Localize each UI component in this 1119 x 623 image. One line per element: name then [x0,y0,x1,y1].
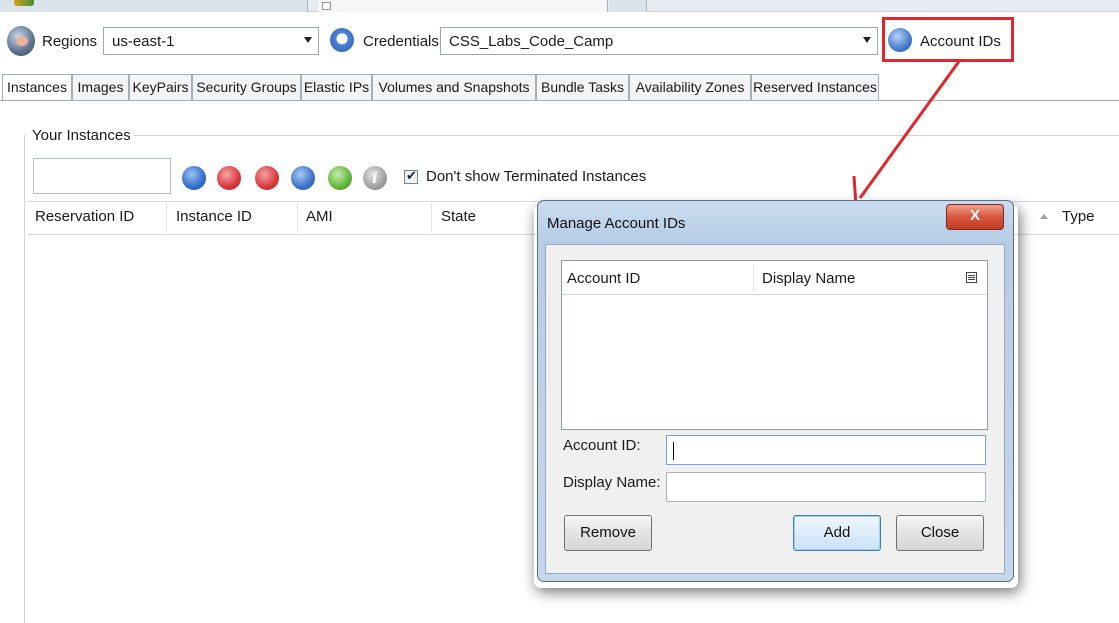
tab-availability-zones[interactable]: Availability Zones [629,74,751,100]
power-icon[interactable] [255,166,279,190]
your-instances-title: Your Instances [30,127,133,144]
column-display-name[interactable]: Display Name [762,270,855,287]
dialog-close-button[interactable]: X [946,204,1004,230]
window-tab-1[interactable] [0,0,308,12]
column-separator[interactable] [166,203,167,233]
column-menu-icon[interactable] [966,272,977,283]
column-instance-id[interactable]: Instance ID [176,208,252,225]
key-icon[interactable] [328,166,352,190]
remove-button[interactable]: Remove [564,515,652,551]
close-icon: X [970,207,981,224]
show-terminated-checkbox[interactable]: ✔ [404,168,418,184]
region-value: us-east-1 [112,33,175,50]
show-terminated-label: Don't show Terminated Instances [426,168,647,185]
close-button[interactable]: Close [896,515,984,551]
info-icon[interactable]: i [363,166,387,190]
tab-bundle-tasks[interactable]: Bundle Tasks [536,74,629,100]
account-id-label: Account ID: [563,437,641,454]
tab-volumes-and-snapshots[interactable]: Volumes and Snapshots [372,74,536,100]
group-border-left [24,135,25,623]
regions-label: Regions [42,33,98,50]
column-ami[interactable]: AMI [306,208,333,225]
column-separator[interactable] [431,203,432,233]
display-name-field[interactable] [666,472,986,502]
window-tab-3[interactable] [609,0,647,12]
tab-instances[interactable]: Instances [2,74,72,101]
chevron-down-icon [304,37,312,43]
text-caret [673,442,674,460]
column-separator[interactable] [753,264,754,292]
column-account-id[interactable]: Account ID [567,270,640,287]
column-state[interactable]: State [441,208,476,225]
database-icon[interactable] [291,166,315,190]
region-select[interactable]: us-east-1 [103,27,319,55]
chevron-down-icon [863,37,871,43]
column-type[interactable]: Type [1062,208,1095,225]
checkbox-icon: ✔ [406,168,417,183]
credentials-select[interactable]: CSS_Labs_Code_Camp [440,27,878,55]
tab-security-groups[interactable]: Security Groups [192,74,301,100]
display-name-label: Display Name: [563,474,661,491]
annotation-arrow [852,59,962,208]
instance-filter-input[interactable] [33,158,171,194]
regions-icon [7,26,35,56]
tab-images[interactable]: Images [72,74,129,100]
refresh-icon[interactable] [182,166,206,190]
stop-icon[interactable] [217,166,241,190]
dialog-title: Manage Account IDs [547,215,686,232]
add-button[interactable]: Add [793,515,881,551]
tab-bar: Instances Images KeyPairs Security Group… [0,74,880,101]
credentials-icon [330,28,354,52]
credentials-label: Credentials [363,33,439,50]
tab-keypairs[interactable]: KeyPairs [129,74,192,100]
credentials-value: CSS_Labs_Code_Camp [449,33,614,50]
sort-ascending-icon [1040,214,1048,219]
tab-elastic-ips[interactable]: Elastic IPs [301,74,372,100]
column-reservation-id[interactable]: Reservation ID [35,208,134,225]
account-ids-highlight-box [882,17,1014,62]
column-separator[interactable] [297,203,298,233]
window-tab-2[interactable] [318,0,608,12]
account-id-field[interactable] [666,435,986,465]
app-logo-icon [14,0,34,6]
